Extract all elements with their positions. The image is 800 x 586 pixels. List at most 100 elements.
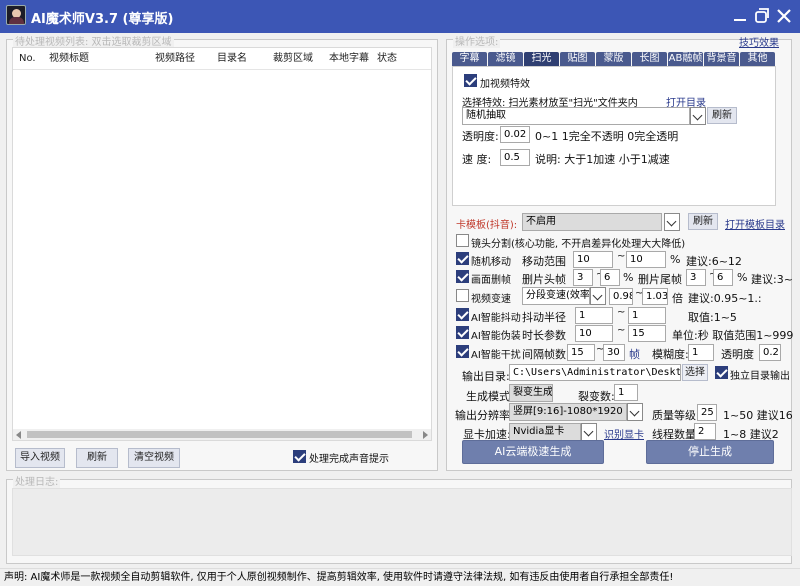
card-template-label: 卡模板(抖音): bbox=[456, 220, 518, 231]
move-range-max-input[interactable]: 10 bbox=[626, 251, 666, 268]
refresh-list-button[interactable]: 刷新 bbox=[76, 448, 118, 468]
random-move-checkbox[interactable] bbox=[456, 252, 469, 265]
ai-interfere-checkbox[interactable] bbox=[456, 345, 469, 358]
move-range-min-input[interactable]: 10 bbox=[573, 251, 613, 268]
speed-max-input[interactable]: 1.03 bbox=[642, 288, 668, 305]
quality-note: 1~50 建议16 bbox=[723, 409, 793, 422]
speed-change-checkbox[interactable] bbox=[456, 289, 469, 302]
open-template-dir-link[interactable]: 打开模板目录 bbox=[725, 216, 785, 231]
speed-mode-select[interactable]: 分段变速(效率 bbox=[522, 287, 590, 305]
gpu-select[interactable]: Nvidia显卡 bbox=[509, 423, 581, 441]
split-count-input[interactable]: 1 bbox=[614, 384, 638, 401]
resolution-select[interactable]: 竖屏[9:16]-1080*1920 bbox=[509, 403, 627, 421]
scan-speed-input[interactable]: 0.5 bbox=[500, 149, 530, 166]
tab-subtitle[interactable]: 字幕 bbox=[452, 52, 487, 66]
status-bar: 声明: AI魔术师是一款视频全自动剪辑软件, 仅用于个人原创视频制作、提高剪辑效… bbox=[0, 568, 800, 586]
scan-speed-note: 说明: 大于1加速 小于1减速 bbox=[535, 153, 670, 166]
scroll-left-icon[interactable] bbox=[16, 431, 21, 439]
stop-generate-button[interactable]: 停止生成 bbox=[646, 440, 774, 464]
tab-other[interactable]: 其他 bbox=[740, 52, 775, 66]
tab-long-image[interactable]: 长图 bbox=[632, 52, 667, 66]
quality-input[interactable]: 25 bbox=[697, 404, 717, 421]
scan-opacity-label: 透明度: bbox=[462, 130, 499, 143]
disguise-max-input[interactable]: 15 bbox=[628, 325, 666, 342]
col-path[interactable]: 视频路径 bbox=[149, 48, 211, 69]
col-dir[interactable]: 目录名 bbox=[211, 48, 267, 69]
col-title[interactable]: 视频标题 bbox=[43, 48, 149, 69]
card-template-select[interactable]: 不启用 bbox=[522, 213, 662, 231]
blur-input[interactable]: 1 bbox=[688, 344, 714, 361]
tail-frame-min-input[interactable]: 3 bbox=[686, 269, 706, 286]
tab-scan[interactable]: 扫光 bbox=[524, 52, 559, 66]
sound-prompt-label: 处理完成声音提示 bbox=[309, 454, 389, 465]
add-effect-checkbox[interactable] bbox=[464, 74, 477, 87]
col-no[interactable]: No. bbox=[13, 48, 43, 69]
shake-radius-min-input[interactable]: 1 bbox=[575, 307, 613, 324]
tab-mask[interactable]: 蒙版 bbox=[596, 52, 631, 66]
gen-mode-select[interactable]: 裂变生成 bbox=[509, 384, 553, 402]
speed-min-input[interactable]: 0.98 bbox=[609, 288, 633, 305]
disguise-min-input[interactable]: 10 bbox=[575, 325, 613, 342]
disguise-note: 单位:秒 取值范围1~999 bbox=[672, 329, 794, 342]
video-list[interactable]: No. 视频标题 视频路径 目录名 裁剪区域 本地字幕 状态 bbox=[12, 47, 432, 441]
interfere-opacity-input[interactable]: 0.2 bbox=[759, 344, 781, 361]
tab-bgm[interactable]: 背景音 bbox=[704, 52, 739, 66]
head-frame-min-input[interactable]: 3 bbox=[573, 269, 593, 286]
close-icon[interactable] bbox=[774, 6, 794, 26]
tab-sticker[interactable]: 贴图 bbox=[560, 52, 595, 66]
scene-split-checkbox[interactable] bbox=[456, 234, 469, 247]
start-generate-button[interactable]: AI云端极速生成 bbox=[462, 440, 604, 464]
tutorial-link[interactable]: 技巧效果 bbox=[739, 34, 779, 49]
effect-dropdown-icon[interactable] bbox=[690, 107, 706, 125]
horizontal-scrollbar[interactable] bbox=[13, 429, 431, 440]
card-template-dropdown-icon[interactable] bbox=[664, 213, 680, 231]
shake-radius-max-input[interactable]: 1 bbox=[628, 307, 666, 324]
tail-frame-label: 删片尾帧 bbox=[638, 273, 682, 286]
list-header: No. 视频标题 视频路径 目录名 裁剪区域 本地字幕 状态 bbox=[13, 48, 431, 70]
scroll-thumb[interactable] bbox=[27, 431, 412, 438]
ai-disguise-checkbox[interactable] bbox=[456, 326, 469, 339]
maximize-icon[interactable] bbox=[752, 6, 772, 26]
speed-unit: 倍 bbox=[672, 292, 683, 305]
detect-gpu-link[interactable]: 识别显卡 bbox=[604, 426, 644, 441]
col-subtitle[interactable]: 本地字幕 bbox=[323, 48, 371, 69]
output-dir-input[interactable]: C:\Users\Administrator\Desktop bbox=[509, 364, 681, 381]
card-template-refresh-button[interactable]: 刷新 bbox=[688, 213, 718, 230]
frame-cut-checkbox[interactable] bbox=[456, 270, 469, 283]
speed-change-label: 视频变速 bbox=[471, 294, 511, 305]
sound-prompt-checkbox[interactable] bbox=[293, 450, 306, 463]
scroll-right-icon[interactable] bbox=[423, 431, 428, 439]
disguise-param-label: 时长参数 bbox=[522, 329, 566, 342]
head-frame-max-input[interactable]: 6 bbox=[600, 269, 620, 286]
move-range-sep: ~ bbox=[617, 251, 626, 262]
clear-video-button[interactable]: 清空视频 bbox=[128, 448, 180, 468]
tab-filter[interactable]: 滤镜 bbox=[488, 52, 523, 66]
effect-refresh-button[interactable]: 刷新 bbox=[707, 107, 737, 124]
separate-dir-checkbox[interactable] bbox=[715, 366, 728, 379]
interval-max-input[interactable]: 30 bbox=[603, 344, 625, 361]
resolution-dropdown-icon[interactable] bbox=[627, 403, 643, 421]
speed-mode-dropdown-icon[interactable] bbox=[590, 287, 606, 305]
shake-radius-note: 取值:1~5 bbox=[688, 311, 737, 324]
tail-frame-max-input[interactable]: 6 bbox=[713, 269, 733, 286]
threads-input[interactable]: 2 bbox=[694, 423, 716, 440]
effect-select[interactable]: 随机抽取 bbox=[462, 107, 690, 125]
log-area[interactable] bbox=[12, 488, 792, 556]
scan-opacity-input[interactable]: 0.02 bbox=[500, 126, 530, 143]
interfere-opacity-label: 透明度 bbox=[721, 348, 754, 361]
ai-shake-label: AI智能抖动 bbox=[471, 313, 521, 324]
move-range-unit: % bbox=[670, 253, 681, 266]
ai-shake-checkbox[interactable] bbox=[456, 308, 469, 321]
import-video-button[interactable]: 导入视频 bbox=[15, 448, 65, 468]
frame-cut-suggest: 建议:3~ bbox=[751, 273, 793, 286]
choose-output-button[interactable]: 选择 bbox=[682, 364, 708, 381]
tab-ab-merge[interactable]: AB融帧 bbox=[668, 52, 703, 66]
interval-min-input[interactable]: 15 bbox=[567, 344, 595, 361]
add-effect-label: 加视频特效 bbox=[480, 79, 530, 90]
disguise-sep: ~ bbox=[617, 325, 626, 336]
col-crop[interactable]: 裁剪区域 bbox=[267, 48, 323, 69]
gpu-dropdown-icon[interactable] bbox=[581, 423, 597, 441]
col-status[interactable]: 状态 bbox=[371, 48, 411, 69]
frame-cut-label: 画面删帧 bbox=[471, 275, 511, 286]
minimize-icon[interactable] bbox=[730, 6, 750, 26]
